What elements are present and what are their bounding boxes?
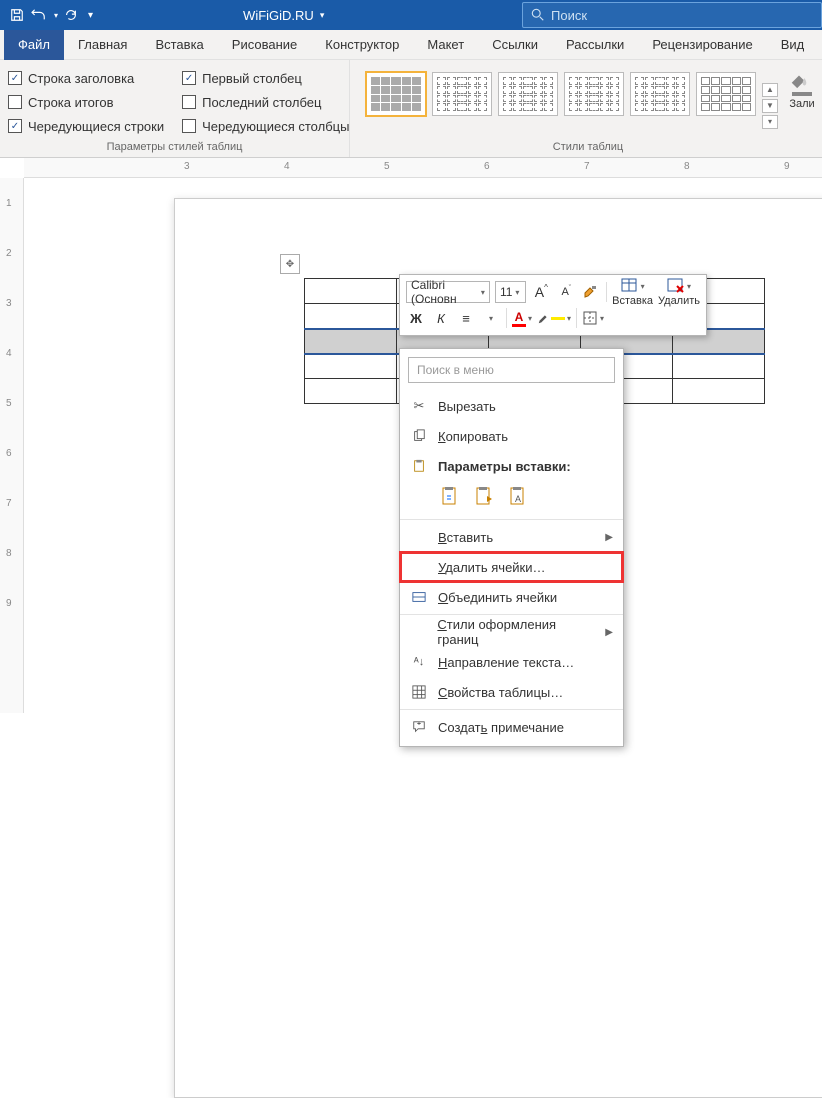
text-direction-icon: ᴬ↓ xyxy=(410,656,428,668)
tab-mailings[interactable]: Рассылки xyxy=(552,30,638,60)
merge-cells-icon xyxy=(410,590,428,604)
redo-icon[interactable] xyxy=(64,8,78,22)
menu-search[interactable]: Поиск в меню xyxy=(408,357,615,383)
paste-options-row: A xyxy=(400,481,623,517)
svg-text:A: A xyxy=(515,494,521,504)
ruler-vertical: 1 2 3 4 5 6 7 8 9 xyxy=(0,178,24,713)
align-button[interactable]: ≡ xyxy=(456,307,476,329)
tab-design[interactable]: Конструктор xyxy=(311,30,413,60)
group-label: Параметры стилей таблиц xyxy=(8,139,341,155)
undo-icon[interactable] xyxy=(30,8,48,22)
table-style-thumb[interactable] xyxy=(366,72,426,116)
table-style-thumb[interactable] xyxy=(498,72,558,116)
checkbox-icon xyxy=(8,71,22,85)
tab-references[interactable]: Ссылки xyxy=(478,30,552,60)
menu-delete-cells[interactable]: Удалить ячейки… xyxy=(400,552,623,582)
qat-customize-icon[interactable]: ▾ xyxy=(88,10,93,21)
shading-button[interactable]: Зали xyxy=(786,66,818,139)
table-style-gallery[interactable]: ▲▼▾ xyxy=(358,66,786,139)
checkbox-icon xyxy=(8,119,22,133)
highlight-button[interactable]: ▾ xyxy=(537,307,571,329)
check-total-row[interactable]: Строка итогов xyxy=(8,90,164,114)
group-table-styles: ▲▼▾ Зали Стили таблиц xyxy=(350,60,822,157)
tab-view[interactable]: Вид xyxy=(767,30,819,60)
document-canvas[interactable]: ✥ Calibri (Основн▾ 11▾ A^ Aˇ ▾ Вставка xyxy=(24,178,822,713)
gallery-scroll[interactable]: ▲▼▾ xyxy=(762,72,778,139)
table-properties-icon xyxy=(410,685,428,699)
decrease-font-icon[interactable]: Aˇ xyxy=(556,281,576,303)
menu-copy[interactable]: Копировать xyxy=(400,421,623,451)
table-style-thumb[interactable] xyxy=(432,72,492,116)
checkbox-icon xyxy=(8,95,22,109)
font-size-combo[interactable]: 11▾ xyxy=(495,281,526,303)
check-banded-columns[interactable]: Чередующиеся столбцы xyxy=(182,114,349,138)
check-header-row[interactable]: Строка заголовка xyxy=(8,66,164,90)
ruler-horizontal: 3 4 5 6 7 8 9 xyxy=(24,158,822,178)
menu-text-direction[interactable]: ᴬ↓ Направление текста… xyxy=(400,647,623,677)
tab-file[interactable]: Файл xyxy=(4,30,64,60)
check-last-column[interactable]: Последний столбец xyxy=(182,90,349,114)
tab-layout[interactable]: Макет xyxy=(413,30,478,60)
delete-table-button[interactable]: ▾ Удалить xyxy=(658,277,700,307)
menu-border-styles[interactable]: Стили оформления границ ▶ xyxy=(400,617,623,647)
table-style-thumb[interactable] xyxy=(630,72,690,116)
font-color-button[interactable]: A▾ xyxy=(512,307,532,329)
mini-toolbar: Calibri (Основн▾ 11▾ A^ Aˇ ▾ Вставка ▾ У… xyxy=(399,274,707,336)
increase-font-icon[interactable]: A^ xyxy=(531,281,551,303)
group-label: Стили таблиц xyxy=(358,139,818,155)
quick-access-toolbar: ▾ ▾ xyxy=(0,8,103,22)
tab-home[interactable]: Главная xyxy=(64,30,141,60)
shading-label: Зали xyxy=(788,98,816,110)
checkbox-icon xyxy=(182,95,196,109)
context-menu: Поиск в меню ✂ Вырезать Копировать Парам… xyxy=(399,348,624,747)
insert-table-button[interactable]: ▾ Вставка xyxy=(612,277,653,307)
table-move-handle-icon[interactable]: ✥ xyxy=(280,254,300,274)
save-icon[interactable] xyxy=(10,8,24,22)
checkbox-icon xyxy=(182,71,196,85)
workspace: 1 2 3 4 5 6 7 8 9 ✥ Calibri (Основн▾ 11▾ xyxy=(0,178,822,713)
search-icon xyxy=(531,8,545,22)
italic-button[interactable]: К xyxy=(431,307,451,329)
search-box[interactable]: Поиск xyxy=(522,2,822,28)
search-placeholder: Поиск xyxy=(551,8,587,23)
cut-icon: ✂ xyxy=(410,398,428,414)
undo-dropdown-icon[interactable]: ▾ xyxy=(54,11,58,20)
format-painter-icon[interactable] xyxy=(581,281,601,303)
menu-merge-cells[interactable]: Объединить ячейки xyxy=(400,582,623,612)
menu-cut[interactable]: ✂ Вырезать xyxy=(400,391,623,421)
check-first-column[interactable]: Первый столбец xyxy=(182,66,349,90)
font-name-combo[interactable]: Calibri (Основн▾ xyxy=(406,281,490,303)
borders-button[interactable]: ▾ xyxy=(582,307,604,329)
chevron-right-icon: ▶ xyxy=(605,627,613,638)
chevron-right-icon: ▶ xyxy=(605,532,613,543)
underline-split[interactable]: ▾ xyxy=(481,307,501,329)
tab-insert[interactable]: Вставка xyxy=(141,30,217,60)
table-style-thumb[interactable] xyxy=(696,72,756,116)
bold-button[interactable]: Ж xyxy=(406,307,426,329)
ribbon-tabs: Файл Главная Вставка Рисование Конструкт… xyxy=(0,30,822,60)
group-table-style-options: Строка заголовка Строка итогов Чередующи… xyxy=(0,60,350,157)
checkbox-icon xyxy=(182,119,196,133)
tab-draw[interactable]: Рисование xyxy=(218,30,311,60)
copy-icon xyxy=(410,429,428,443)
table-style-thumb[interactable] xyxy=(564,72,624,116)
title-bar: ▾ ▾ WiFiGiD.RU ▾ Поиск xyxy=(0,0,822,30)
menu-table-properties[interactable]: Свойства таблицы… xyxy=(400,677,623,707)
comment-icon xyxy=(410,720,428,734)
menu-paste-options: Параметры вставки: xyxy=(400,451,623,481)
menu-insert[interactable]: Вставить ▶ xyxy=(400,522,623,552)
menu-new-comment[interactable]: Создать примечание xyxy=(400,712,623,742)
check-banded-rows[interactable]: Чередующиеся строки xyxy=(8,114,164,138)
paste-keep-source-icon[interactable] xyxy=(438,483,464,509)
ribbon: Строка заголовка Строка итогов Чередующи… xyxy=(0,60,822,158)
title-dropdown-icon[interactable]: ▾ xyxy=(320,10,325,21)
tab-review[interactable]: Рецензирование xyxy=(638,30,766,60)
paste-merge-icon[interactable] xyxy=(472,483,498,509)
document-title: WiFiGiD.RU ▾ xyxy=(243,8,324,23)
paste-icon xyxy=(410,459,428,473)
paste-text-only-icon[interactable]: A xyxy=(506,483,532,509)
